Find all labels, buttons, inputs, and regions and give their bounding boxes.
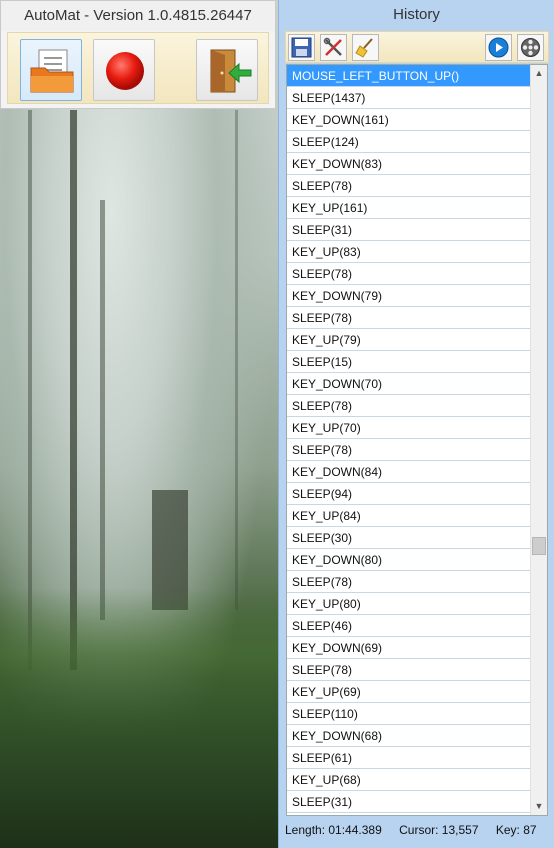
history-entry[interactable]: MOUSE_LEFT_BUTTON_UP() <box>287 65 531 87</box>
history-rows: MOUSE_LEFT_BUTTON_UP() SLEEP(1437) KEY_DOW… <box>287 65 531 813</box>
history-entry[interactable]: KEY_DOWN(84) <box>287 461 531 483</box>
history-entry[interactable]: KEY_UP(68) <box>287 769 531 791</box>
history-entry[interactable]: KEY_UP(70) <box>287 417 531 439</box>
history-entry[interactable]: SLEEP(78) <box>287 439 531 461</box>
automat-main-window: AutoMat - Version 1.0.4815.26447 <box>0 0 276 109</box>
save-icon <box>291 37 312 58</box>
film-reel-icon <box>521 38 540 57</box>
history-entry[interactable]: SLEEP(94) <box>287 483 531 505</box>
history-entry[interactable]: SLEEP(46) <box>287 615 531 637</box>
edit-button[interactable] <box>320 34 347 61</box>
history-entry[interactable]: KEY_UP(80) <box>287 593 531 615</box>
history-title: History <box>393 6 440 23</box>
history-entry[interactable]: SLEEP(78) <box>287 395 531 417</box>
status-bar: Length: 01:44.389 Cursor: 13,557 Key: 87 <box>285 818 549 842</box>
main-toolbar <box>7 32 269 104</box>
tree-trunk <box>235 110 238 610</box>
history-entry[interactable]: KEY_DOWN(79) <box>287 285 531 307</box>
desktop-wallpaper <box>0 0 278 848</box>
scroll-down-icon[interactable]: ▼ <box>531 798 547 815</box>
exit-button[interactable] <box>196 39 258 101</box>
history-entry[interactable]: SLEEP(1437) <box>287 87 531 109</box>
record-button[interactable] <box>93 39 155 101</box>
history-entry[interactable]: KEY_DOWN(80) <box>287 549 531 571</box>
history-entry[interactable]: SLEEP(78) <box>287 175 531 197</box>
tree-trunk <box>28 110 32 670</box>
history-entry[interactable]: KEY_DOWN(69) <box>287 637 531 659</box>
history-toolbar <box>285 31 549 63</box>
tree-trunk <box>100 200 105 620</box>
scroll-thumb[interactable] <box>532 537 546 555</box>
history-entry[interactable]: KEY_DOWN(83) <box>287 153 531 175</box>
open-button[interactable] <box>20 39 82 101</box>
cursor-status: Cursor: 13,557 <box>399 823 479 837</box>
forest-floor <box>0 588 278 848</box>
history-entry[interactable]: SLEEP(78) <box>287 571 531 593</box>
open-file-icon <box>30 49 74 93</box>
vertical-scrollbar[interactable]: ▲ ▼ <box>530 65 547 815</box>
history-entry[interactable]: SLEEP(30) <box>287 527 531 549</box>
history-panel: History MOUSE_LEFT_BUTTON_UP() SLEEP(143… <box>278 0 554 848</box>
exit-door-icon <box>210 49 252 93</box>
history-entry[interactable]: KEY_DOWN(161) <box>287 109 531 131</box>
history-entry[interactable]: KEY_UP(84) <box>287 505 531 527</box>
tree-trunk <box>70 110 77 670</box>
save-button[interactable] <box>288 34 315 61</box>
history-list[interactable]: MOUSE_LEFT_BUTTON_UP() SLEEP(1437) KEY_DOW… <box>286 64 548 816</box>
history-entry[interactable]: KEY_DOWN(68) <box>287 725 531 747</box>
history-entry[interactable]: SLEEP(61) <box>287 747 531 769</box>
scroll-up-icon[interactable]: ▲ <box>531 65 547 82</box>
history-entry[interactable]: KEY_UP(83) <box>287 241 531 263</box>
window-title: AutoMat - Version 1.0.4815.26447 <box>1 1 275 31</box>
history-entry[interactable]: SLEEP(78) <box>287 307 531 329</box>
history-entry[interactable]: SLEEP(124) <box>287 131 531 153</box>
settings-button[interactable] <box>517 34 544 61</box>
key-status: Key: 87 <box>495 823 537 837</box>
history-entry[interactable]: SLEEP(31) <box>287 791 531 813</box>
history-entry[interactable]: KEY_UP(79) <box>287 329 531 351</box>
history-entry[interactable]: SLEEP(78) <box>287 263 531 285</box>
history-entry[interactable]: SLEEP(31) <box>287 219 531 241</box>
length-status: Length: 01:44.389 <box>285 823 382 837</box>
history-entry[interactable]: SLEEP(110) <box>287 703 531 725</box>
history-entry[interactable]: SLEEP(15) <box>287 351 531 373</box>
clear-button[interactable] <box>352 34 379 61</box>
play-button[interactable] <box>485 34 512 61</box>
history-entry[interactable]: SLEEP(78) <box>287 659 531 681</box>
history-entry[interactable]: KEY_UP(69) <box>287 681 531 703</box>
history-entry[interactable]: KEY_DOWN(70) <box>287 373 531 395</box>
tools-icon <box>323 37 342 56</box>
broom-icon <box>355 38 373 58</box>
play-icon <box>488 37 509 58</box>
history-entry[interactable]: KEY_UP(161) <box>287 197 531 219</box>
record-icon <box>106 52 144 90</box>
